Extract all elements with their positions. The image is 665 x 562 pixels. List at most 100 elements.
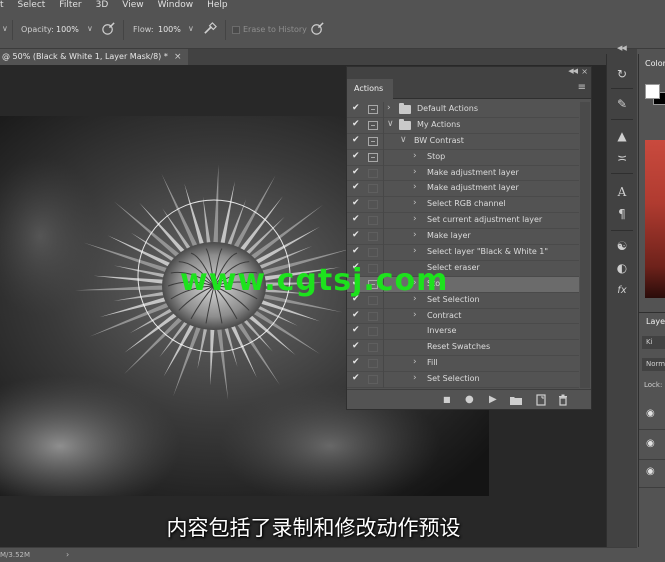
play-icon[interactable]: ▶ (489, 394, 497, 405)
toggle-item-check-icon[interactable]: ✔ (352, 310, 360, 320)
toggle-item-check-icon[interactable]: ✔ (352, 103, 360, 113)
libraries-icon[interactable]: ☯ (614, 238, 630, 254)
action-row[interactable]: ✔ › Select RGB channel (347, 197, 579, 214)
tab-actions[interactable]: Actions (347, 79, 393, 99)
layer-kind-filter[interactable]: Ki (642, 336, 665, 349)
toggle-dialog-icon[interactable] (368, 152, 378, 162)
toggle-item-check-icon[interactable]: ✔ (352, 246, 360, 256)
action-row[interactable]: ✔ › Fill (347, 356, 579, 373)
document-tab[interactable]: @ 50% (Black & White 1, Layer Mask/8) * (0, 49, 188, 65)
actions-scrollbar[interactable] (580, 102, 590, 388)
menu-item[interactable]: Select (18, 0, 46, 11)
toggle-dialog-icon[interactable] (368, 120, 378, 130)
toggle-item-check-icon[interactable]: ✔ (352, 214, 360, 224)
new-action-icon[interactable] (536, 394, 547, 406)
action-row[interactable]: ✔ › Set Selection (347, 372, 579, 388)
toggle-dialog-icon[interactable] (368, 216, 378, 226)
chevron-right-icon[interactable]: › (413, 230, 417, 240)
action-row[interactable]: ✔ › Contract (347, 308, 579, 325)
toggle-dialog-icon[interactable] (368, 343, 378, 353)
chevron-right-icon[interactable]: › (413, 373, 417, 383)
delete-trash-icon[interactable] (558, 394, 568, 406)
record-icon[interactable]: ● (465, 394, 474, 405)
opacity-chevron-icon[interactable]: ∨ (87, 24, 93, 33)
action-row[interactable]: ✔ › Make adjustment layer (347, 181, 579, 198)
action-row[interactable]: ✔ Inverse (347, 324, 579, 341)
toggle-dialog-icon[interactable] (368, 184, 378, 194)
toggle-dialog-icon[interactable] (368, 375, 378, 385)
chevron-right-icon[interactable]: › (387, 103, 391, 113)
chevron-right-icon[interactable]: › (413, 357, 417, 367)
toggle-item-check-icon[interactable]: ✔ (352, 135, 360, 145)
chevron-right-icon[interactable]: › (413, 167, 417, 177)
tool-preset-chevron-icon[interactable]: ∨ (2, 24, 8, 33)
paragraph-icon[interactable]: ¶ (614, 206, 630, 222)
status-menu-chevron-icon[interactable]: › (66, 550, 69, 559)
chevron-down-icon[interactable]: ∨ (387, 119, 394, 129)
character-icon[interactable]: A (614, 184, 630, 200)
layer-visibility-eye-icon[interactable]: ◉ (646, 408, 655, 419)
chevron-down-icon[interactable]: ∨ (400, 135, 407, 145)
toggle-dialog-icon[interactable] (368, 359, 378, 369)
stop-recording-icon[interactable]: ■ (443, 395, 451, 404)
close-panel-icon[interactable]: × (581, 67, 588, 76)
toggle-item-check-icon[interactable]: ✔ (352, 230, 360, 240)
toggle-item-check-icon[interactable]: ✔ (352, 198, 360, 208)
action-row[interactable]: ✔ › Stop (347, 149, 579, 166)
panel-menu-icon[interactable]: ≡ (578, 82, 586, 93)
blend-mode-select[interactable]: Norm (642, 358, 665, 371)
toggle-item-check-icon[interactable]: ✔ (352, 373, 360, 383)
menu-item[interactable]: 3D (96, 0, 109, 11)
menu-item[interactable]: t (0, 0, 4, 11)
toggle-dialog-icon[interactable] (368, 327, 378, 337)
toggle-dialog-icon[interactable] (368, 200, 378, 210)
toggle-dialog-icon[interactable] (368, 136, 378, 146)
foreground-color-swatch[interactable] (645, 84, 660, 99)
toggle-dialog-icon[interactable] (368, 105, 378, 114)
toggle-item-check-icon[interactable]: ✔ (352, 357, 360, 367)
action-row[interactable]: ✔ ∨ My Actions (347, 117, 579, 134)
opacity-input[interactable]: 100% (56, 25, 79, 34)
action-row[interactable]: ✔ › Set current adjustment layer (347, 213, 579, 230)
color-picker-field[interactable] (645, 140, 665, 298)
chevron-right-icon[interactable]: › (413, 182, 417, 192)
action-row[interactable]: ✔ › Make adjustment layer (347, 165, 579, 182)
erase-to-history-checkbox[interactable] (232, 26, 240, 34)
layer-visibility-eye-icon[interactable]: ◉ (646, 438, 655, 449)
action-row[interactable]: ✔ Reset Swatches (347, 340, 579, 357)
chevron-right-icon[interactable]: › (413, 246, 417, 256)
toggle-item-check-icon[interactable]: ✔ (352, 151, 360, 161)
close-tab-icon[interactable]: × (174, 49, 182, 65)
menu-item[interactable]: Window (158, 0, 194, 11)
flow-input[interactable]: 100% (158, 25, 181, 34)
toggle-item-check-icon[interactable]: ✔ (352, 119, 360, 129)
adjustments-sliders-icon[interactable]: ≍ (614, 150, 630, 166)
toggle-item-check-icon[interactable]: ✔ (352, 167, 360, 177)
toggle-item-check-icon[interactable]: ✔ (352, 182, 360, 192)
styles-fx-icon[interactable]: fx (614, 283, 630, 299)
menu-item[interactable]: Filter (59, 0, 81, 11)
collapse-panel-icon[interactable]: ◀◀ (568, 67, 578, 75)
toggle-item-check-icon[interactable]: ✔ (352, 341, 360, 351)
history-icon[interactable]: ↻ (614, 66, 630, 82)
layer-visibility-eye-icon[interactable]: ◉ (646, 466, 655, 477)
chevron-right-icon[interactable]: › (413, 198, 417, 208)
brush-settings-icon[interactable]: ▲ (614, 128, 630, 144)
expand-panels-icon[interactable]: ◀◀ (617, 44, 627, 52)
menu-item[interactable]: View (122, 0, 143, 11)
adjustments-icon[interactable]: ◐ (614, 260, 630, 276)
toggle-dialog-icon[interactable] (368, 168, 378, 178)
airbrush-icon[interactable] (203, 21, 218, 36)
chevron-right-icon[interactable]: › (413, 310, 417, 320)
toggle-dialog-icon[interactable] (368, 232, 378, 242)
pressure-opacity-icon[interactable] (101, 21, 116, 36)
action-row[interactable]: ✔ › Default Actions (347, 102, 579, 118)
tab-layers[interactable]: Layer (639, 312, 665, 330)
toggle-dialog-icon[interactable] (368, 248, 378, 258)
action-row[interactable]: ✔ › Select layer "Black & White 1" (347, 245, 579, 262)
tab-color[interactable]: Color (639, 54, 665, 74)
pressure-size-icon[interactable] (310, 21, 325, 36)
toggle-item-check-icon[interactable]: ✔ (352, 325, 360, 335)
toggle-dialog-icon[interactable] (368, 311, 378, 321)
flow-chevron-icon[interactable]: ∨ (188, 24, 194, 33)
